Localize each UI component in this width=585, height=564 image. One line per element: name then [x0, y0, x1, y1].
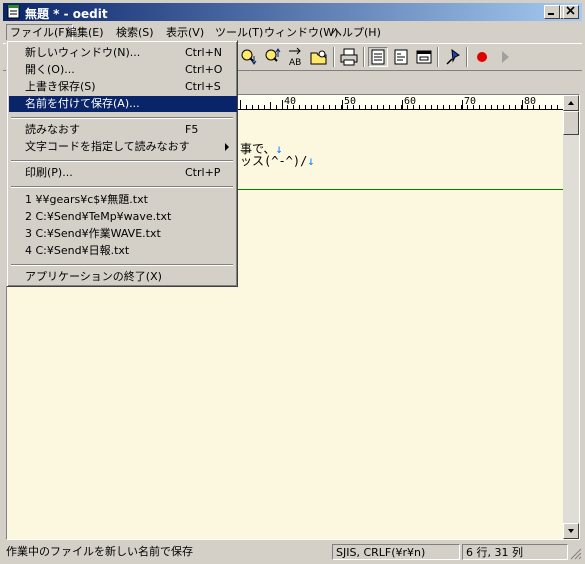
find-next-button[interactable]	[239, 47, 259, 67]
close-button[interactable]	[563, 5, 579, 19]
vertical-scrollbar[interactable]	[563, 95, 579, 539]
status-bar: 作業中のファイルを新しい名前で保存 SJIS, CRLF(¥r¥n) 6 行, …	[3, 542, 582, 562]
menu-new-window[interactable]: 新しいウィンドウ(N)... Ctrl+N	[9, 45, 237, 61]
toolbar-separator	[333, 47, 335, 67]
find-down-icon	[241, 49, 257, 65]
menu-reload[interactable]: 読みなおす F5	[9, 122, 237, 138]
submenu-arrow-icon	[225, 143, 229, 151]
scroll-thumb[interactable]	[563, 111, 579, 135]
menu-help[interactable]: ヘルプ(H)	[328, 24, 384, 41]
minimize-icon	[548, 13, 554, 15]
app-window: 無題 * - oedit ファイル(F) 編集(E) 検索(S) 表示(V) ツ…	[0, 0, 585, 564]
bookmark-button[interactable]	[443, 47, 463, 67]
arrow-up-icon	[568, 101, 574, 105]
menu-item-label: 上書き保存(S)	[25, 80, 96, 93]
status-encoding: SJIS, CRLF(¥r¥n)	[332, 544, 460, 560]
toolbar-separator	[466, 47, 468, 67]
minimize-button[interactable]	[544, 5, 560, 19]
menu-item-label: 新しいウィンドウ(N)...	[25, 46, 141, 59]
menu-reload-with-encoding[interactable]: 文字コードを指定して読みなおす	[9, 139, 237, 155]
menu-recent-file[interactable]: 3 C:¥Send¥作業WAVE.txt	[9, 226, 237, 242]
menu-item-label: 2 C:¥Send¥TeMp¥wave.txt	[25, 210, 172, 223]
menu-exit[interactable]: アプリケーションの終了(X)	[9, 269, 237, 285]
menu-item-label: 文字コードを指定して読みなおす	[25, 140, 190, 153]
macro-play-button[interactable]	[495, 47, 515, 67]
menu-item-label: 開く(O)...	[25, 63, 75, 76]
menu-item-shortcut: Ctrl+P	[185, 166, 221, 179]
menu-separator	[11, 186, 233, 188]
ruler-tick	[276, 105, 277, 109]
menu-item-label: 3 C:¥Send¥作業WAVE.txt	[25, 227, 161, 240]
scroll-up-button[interactable]	[563, 95, 579, 111]
status-position: 6 行, 31 列	[462, 544, 568, 560]
menu-tools[interactable]: ツール(T)	[212, 24, 266, 41]
find-up-icon	[265, 48, 281, 62]
grep-button[interactable]	[309, 47, 329, 67]
record-icon	[477, 52, 487, 62]
menu-item-label: 読みなおす	[25, 123, 80, 136]
ruler-tick	[270, 102, 271, 109]
line-number-toggle[interactable]	[368, 47, 388, 67]
menu-item-label: 4 C:¥Send¥日報.txt	[25, 244, 130, 257]
ruler-minor-ticks	[287, 105, 563, 109]
menu-edit[interactable]: 編集(E)	[63, 24, 107, 41]
menu-item-shortcut: Ctrl+S	[185, 80, 221, 93]
resize-grip-icon[interactable]	[570, 548, 582, 560]
play-icon	[502, 51, 509, 63]
title-bar[interactable]: 無題 * - oedit	[3, 3, 582, 21]
menu-item-label: 印刷(P)...	[25, 166, 73, 179]
menu-recent-file[interactable]: 2 C:¥Send¥TeMp¥wave.txt	[9, 209, 237, 225]
replace-ab-icon: AB	[289, 47, 301, 68]
close-icon	[566, 6, 575, 15]
scroll-down-button[interactable]	[563, 523, 579, 539]
menu-item-label: 1 ¥¥gears¥c$¥無題.txt	[25, 193, 148, 206]
svg-text:AB: AB	[289, 58, 301, 67]
ruler-tick	[240, 100, 241, 109]
file-menu-dropdown: 新しいウィンドウ(N)... Ctrl+N 開く(O)... Ctrl+O 上書…	[6, 40, 238, 287]
menu-search[interactable]: 検索(S)	[113, 24, 157, 41]
ruler-tick	[258, 105, 259, 109]
menu-recent-file[interactable]: 1 ¥¥gears¥c$¥無題.txt	[9, 192, 237, 208]
menu-item-shortcut: Ctrl+O	[185, 63, 223, 76]
arrow-down-icon	[568, 529, 574, 533]
menu-separator	[11, 117, 233, 119]
pushpin-icon	[446, 48, 460, 65]
menu-item-shortcut: F5	[185, 123, 199, 136]
notepad-app-icon	[7, 5, 20, 19]
menu-item-label: アプリケーションの終了(X)	[25, 270, 162, 283]
eol-mark: ↓	[307, 154, 315, 168]
menu-save-as[interactable]: 名前を付けて保存(A)...	[9, 96, 237, 112]
toolbar-separator	[363, 47, 365, 67]
replace-button[interactable]: AB	[286, 47, 306, 68]
ruler-tick	[264, 105, 265, 109]
folder-search-icon	[310, 50, 327, 65]
toolbar-separator	[437, 47, 439, 67]
document-ruler-icon	[394, 49, 408, 65]
menu-view[interactable]: 表示(V)	[163, 24, 207, 41]
window-button[interactable]	[414, 47, 434, 67]
printer-icon	[340, 48, 358, 66]
menu-separator	[11, 160, 233, 162]
menu-print[interactable]: 印刷(P)... Ctrl+P	[9, 165, 237, 181]
window-title: 無題 * - oedit	[25, 7, 108, 21]
menu-item-shortcut: Ctrl+N	[185, 46, 223, 59]
menu-item-label: 名前を付けて保存(A)...	[25, 97, 140, 110]
ruler-tick	[252, 105, 253, 109]
ruler-tick	[246, 105, 247, 109]
menu-separator	[11, 264, 233, 266]
menu-open[interactable]: 開く(O)... Ctrl+O	[9, 62, 237, 78]
find-prev-button[interactable]	[263, 47, 283, 67]
print-button[interactable]	[339, 47, 359, 67]
ruler-toggle[interactable]	[391, 47, 411, 67]
macro-record-button[interactable]	[472, 47, 492, 67]
document-lines-icon	[371, 49, 385, 65]
window-icon	[416, 50, 432, 64]
line-text: ッス(^-^)/	[240, 154, 308, 168]
status-message: 作業中のファイルを新しい名前で保存	[6, 545, 193, 558]
text-line: ッス(^-^)/↓	[240, 152, 315, 169]
ruler-tick	[282, 100, 283, 109]
menu-save[interactable]: 上書き保存(S) Ctrl+S	[9, 79, 237, 95]
menu-recent-file[interactable]: 4 C:¥Send¥日報.txt	[9, 243, 237, 259]
